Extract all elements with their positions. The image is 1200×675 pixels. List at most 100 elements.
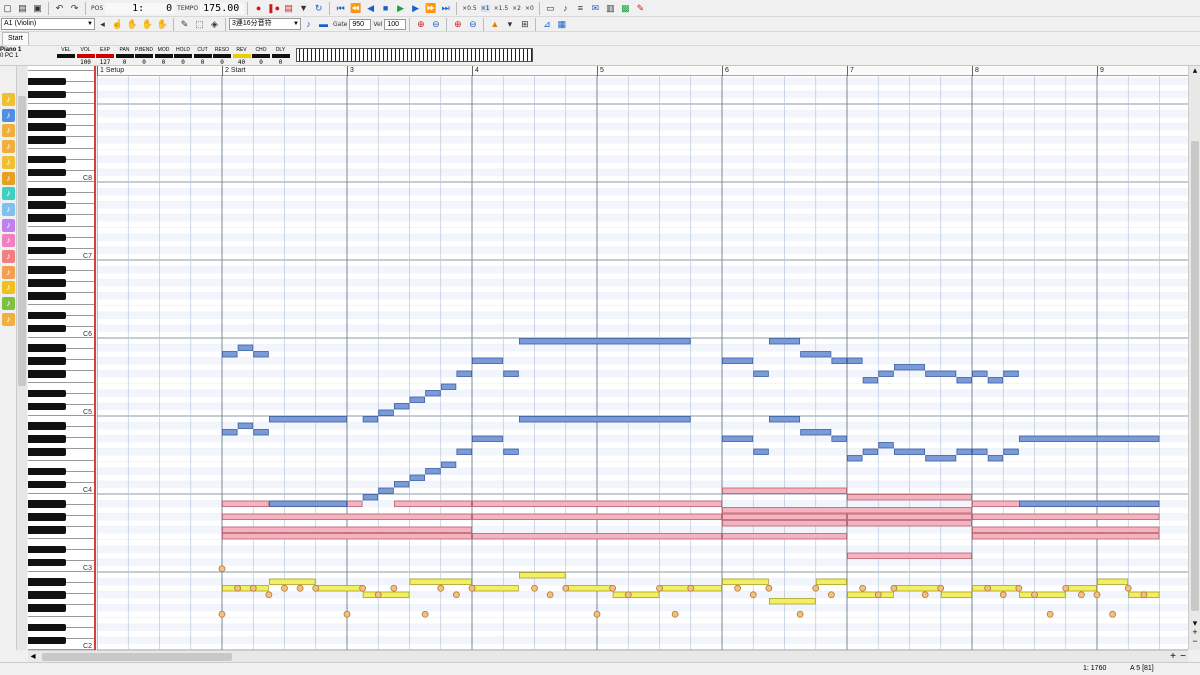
melody-note[interactable]	[518, 338, 691, 345]
rewind-to-start-icon[interactable]: ⏮	[334, 2, 347, 15]
bass-note[interactable]	[409, 578, 472, 585]
percussion-dot[interactable]	[687, 584, 695, 592]
wrench-icon[interactable]: ✎	[634, 2, 647, 15]
zoom-in-icon[interactable]: ⊕	[414, 18, 427, 31]
melody-note[interactable]	[456, 448, 472, 455]
black-key[interactable]	[28, 623, 66, 631]
melody-note[interactable]	[393, 403, 410, 410]
black-key[interactable]	[28, 422, 66, 430]
bass-note[interactable]	[315, 585, 363, 592]
bass-note[interactable]	[768, 598, 816, 605]
mixer-icon[interactable]: ▥	[604, 2, 617, 15]
black-key[interactable]	[28, 188, 66, 196]
melody-note[interactable]	[768, 416, 801, 423]
percussion-dot[interactable]	[546, 591, 554, 599]
harmony-note[interactable]	[472, 500, 722, 507]
mixer-cell-cho[interactable]: CHO 0	[252, 47, 270, 66]
percussion-dot[interactable]	[343, 610, 351, 618]
bass-note[interactable]	[972, 585, 1019, 592]
open-file-icon[interactable]: ▤	[16, 2, 29, 15]
track-5-icon[interactable]: ♪	[2, 155, 15, 169]
melody-note[interactable]	[1018, 500, 1160, 507]
bass-note[interactable]	[268, 578, 316, 585]
bass-note[interactable]	[940, 591, 972, 598]
step-forward-icon[interactable]: ▶	[409, 2, 422, 15]
select-tool-icon[interactable]: ☝	[111, 18, 124, 31]
track-10-icon[interactable]: ♪	[2, 234, 15, 248]
melody-note[interactable]	[831, 357, 847, 364]
melody-note[interactable]	[768, 338, 801, 345]
track-selector[interactable]: A1 (Violin) ▼	[1, 18, 95, 30]
harmony-note[interactable]	[222, 513, 472, 520]
position-measure[interactable]: 1:	[105, 2, 148, 14]
melody-note[interactable]	[1003, 448, 1019, 455]
track-14-icon[interactable]: ♪	[2, 297, 15, 311]
percussion-dot[interactable]	[421, 610, 429, 618]
mini-keyboard[interactable]	[296, 48, 533, 62]
bass-note[interactable]	[847, 591, 894, 598]
harmony-note[interactable]	[847, 513, 972, 520]
percussion-dot[interactable]	[1109, 610, 1117, 618]
rewind-icon[interactable]: ⏪	[349, 2, 362, 15]
measure-marker[interactable]: 7	[847, 66, 854, 76]
bass-note[interactable]	[222, 585, 269, 592]
melody-note[interactable]	[425, 468, 441, 475]
melody-note[interactable]	[425, 390, 441, 397]
quantize-selector[interactable]: 3連16分音符 ▼	[229, 18, 301, 30]
redo-icon[interactable]: ↷	[68, 2, 81, 15]
melody-note[interactable]	[222, 429, 238, 436]
harmony-note[interactable]	[847, 520, 972, 527]
black-key[interactable]	[28, 266, 66, 274]
black-key[interactable]	[28, 214, 66, 222]
percussion-dot[interactable]	[218, 610, 226, 618]
melody-note[interactable]	[362, 416, 379, 423]
piano-keyboard[interactable]: C8 C7 C6 C5 C4 C3 C2	[28, 66, 96, 650]
eraser-icon[interactable]: ◈	[208, 18, 221, 31]
black-key[interactable]	[28, 591, 66, 599]
punch-record-icon[interactable]: ▤	[282, 2, 295, 15]
melody-note[interactable]	[222, 351, 238, 358]
mixer-cell-rev[interactable]: REV 40	[232, 47, 251, 66]
harmony-note[interactable]	[847, 552, 972, 559]
melody-note[interactable]	[409, 396, 426, 403]
melody-note[interactable]	[456, 370, 472, 377]
measure-ruler[interactable]: 1 Setup 2 Start 3 4 5 6 7 8 9	[97, 66, 1188, 76]
black-key[interactable]	[28, 344, 66, 352]
bass-note[interactable]	[518, 572, 566, 579]
window-icon[interactable]: ▭	[544, 2, 557, 15]
melody-note[interactable]	[503, 448, 519, 455]
black-key[interactable]	[28, 435, 66, 443]
track-15-icon[interactable]: ♪	[2, 312, 15, 326]
harmony-note[interactable]	[722, 507, 972, 514]
track-2-icon[interactable]: ♪	[2, 108, 15, 122]
bass-note[interactable]	[893, 585, 941, 592]
harmony-note[interactable]	[972, 526, 1160, 533]
vertical-zoom-in-icon[interactable]: ⊕	[451, 18, 464, 31]
black-key[interactable]	[28, 155, 66, 163]
tab-start[interactable]: Start	[2, 32, 29, 45]
measure-marker[interactable]: 3	[347, 66, 354, 76]
mixer-cell-hold[interactable]: HOLD 0	[174, 47, 192, 66]
velocity-icon[interactable]: ▬	[317, 18, 330, 31]
ruler-icon[interactable]: ▦	[555, 18, 568, 31]
white-key[interactable]	[28, 66, 94, 71]
percussion-dot[interactable]	[624, 591, 632, 599]
rate-x1[interactable]: ×1	[480, 4, 490, 12]
percussion-dot[interactable]	[765, 584, 773, 592]
black-key[interactable]	[28, 558, 66, 566]
track-1-icon[interactable]: ♪	[2, 93, 15, 106]
percussion-dot[interactable]	[1031, 591, 1038, 599]
measure-marker[interactable]: 2 Start	[222, 66, 246, 76]
black-key[interactable]	[28, 123, 66, 131]
melody-note[interactable]	[1003, 370, 1019, 377]
mixer-cell-reso[interactable]: RESO 0	[213, 47, 231, 66]
scrollbar-thumb[interactable]	[1191, 141, 1199, 611]
melody-note[interactable]	[956, 448, 972, 455]
percussion-dot[interactable]	[734, 584, 742, 592]
percussion-dot[interactable]	[265, 591, 273, 599]
black-key[interactable]	[28, 480, 66, 488]
melody-note[interactable]	[878, 370, 894, 377]
vertical-scrollbar[interactable]: ▴ ▾ + −	[1188, 66, 1200, 650]
black-key[interactable]	[28, 604, 66, 612]
track-11-icon[interactable]: ♪	[2, 250, 15, 263]
